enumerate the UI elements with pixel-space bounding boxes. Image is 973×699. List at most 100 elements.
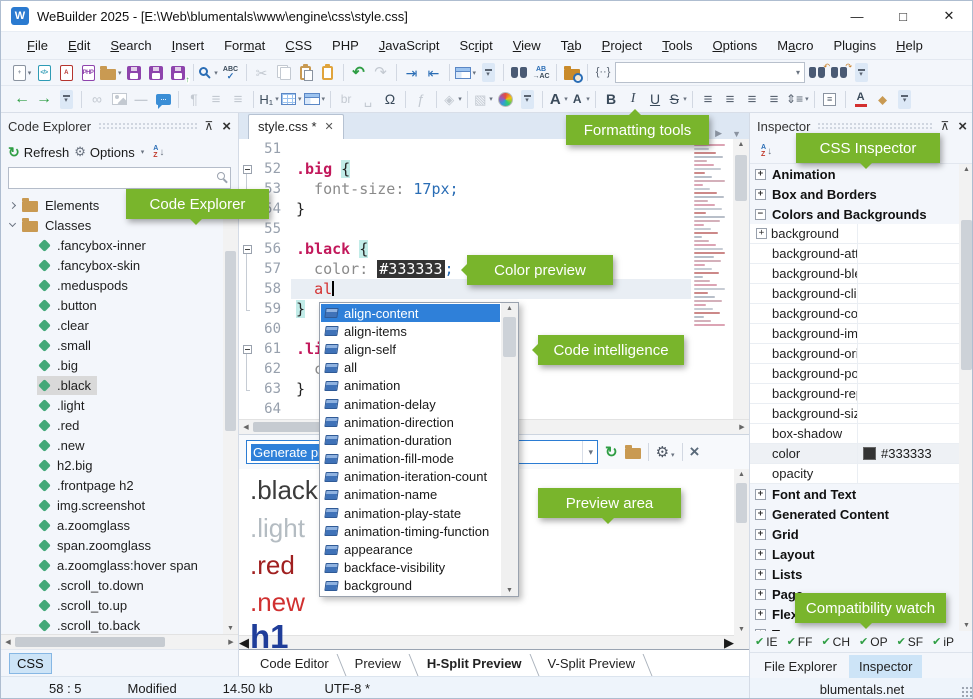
property-value-cell[interactable] bbox=[858, 284, 973, 303]
fold-collapse-icon[interactable] bbox=[243, 245, 252, 254]
autocomplete-item-align-content[interactable]: align-content bbox=[321, 304, 500, 322]
script-block-button[interactable]: ƒ bbox=[411, 88, 431, 110]
menu-item-format[interactable]: Format bbox=[214, 34, 275, 57]
justify-button[interactable]: ≡ bbox=[764, 88, 784, 110]
menu-item-edit[interactable]: Edit bbox=[58, 34, 100, 57]
format-painter-button[interactable]: ▧▾ bbox=[473, 88, 493, 110]
refresh-preview-button[interactable]: ↻ bbox=[605, 443, 618, 461]
property-value-cell[interactable] bbox=[858, 404, 973, 423]
expand-icon[interactable]: + bbox=[755, 489, 766, 500]
scroll-up-icon[interactable]: ▲ bbox=[959, 166, 973, 173]
bold-button[interactable]: B bbox=[601, 88, 621, 110]
regex-toggle-button[interactable]: {··} bbox=[593, 62, 613, 84]
scrollbar-thumb[interactable] bbox=[225, 251, 236, 431]
paragraph-mark-button[interactable]: ¶ bbox=[184, 88, 204, 110]
numbered-list-button[interactable]: ≡ bbox=[228, 88, 248, 110]
tree-item-small[interactable]: .small bbox=[1, 335, 238, 355]
menu-item-script[interactable]: Script bbox=[449, 34, 502, 57]
property-value-cell[interactable] bbox=[858, 464, 973, 483]
tree-item-meduspods[interactable]: .meduspods bbox=[1, 275, 238, 295]
inspector-prop-background-rep[interactable]: background-rep bbox=[750, 384, 973, 404]
footer-link[interactable]: blumentals.net bbox=[820, 682, 905, 697]
inspector-prop-box-shadow[interactable]: box-shadow bbox=[750, 424, 973, 444]
save-all-button[interactable] bbox=[146, 62, 166, 84]
find-previous-button[interactable]: ↶ bbox=[807, 62, 827, 84]
autocomplete-item-animation-timing-function[interactable]: animation-timing-function bbox=[321, 522, 500, 540]
inspector-category-lists[interactable]: +Lists bbox=[750, 564, 973, 584]
collapse-icon[interactable]: − bbox=[755, 209, 766, 220]
expand-icon[interactable]: + bbox=[755, 189, 766, 200]
tree-item-red[interactable]: .red bbox=[1, 415, 238, 435]
tree-item-new[interactable]: .new bbox=[1, 435, 238, 455]
property-value-cell[interactable] bbox=[858, 424, 973, 443]
menu-item-insert[interactable]: Insert bbox=[162, 34, 215, 57]
scroll-down-icon[interactable]: ▼ bbox=[734, 626, 749, 633]
format-overflow-button[interactable] bbox=[895, 88, 915, 110]
menu-item-plugins[interactable]: Plugins bbox=[823, 34, 886, 57]
property-value-cell[interactable] bbox=[858, 264, 973, 283]
preview-settings-button[interactable]: ⚙▾ bbox=[656, 443, 675, 461]
tab-code-editor[interactable]: Code Editor bbox=[247, 650, 342, 676]
refresh-button[interactable]: ↻ Refresh bbox=[8, 144, 69, 161]
property-value-cell[interactable] bbox=[858, 224, 973, 243]
close-panel-icon[interactable]: × bbox=[958, 119, 967, 134]
undo-button[interactable]: ↶ bbox=[349, 62, 369, 84]
inspector-prop-background-siz[interactable]: background-siz bbox=[750, 404, 973, 424]
forward-button[interactable]: → bbox=[34, 88, 54, 110]
code-line-58[interactable]: 58 al bbox=[239, 279, 691, 299]
insert-form-button[interactable]: ▾ bbox=[304, 88, 326, 110]
inspector-vertical-scrollbar[interactable]: ▲ ▼ bbox=[959, 164, 973, 631]
scrollbar-thumb[interactable] bbox=[961, 220, 972, 370]
indent-button[interactable]: ⇥ bbox=[402, 62, 422, 84]
align-center-button[interactable]: ≡ bbox=[720, 88, 740, 110]
tree-item-scroll-to-down[interactable]: .scroll_to.down bbox=[1, 575, 238, 595]
tree-item-span-zoomglass[interactable]: span.zoomglass bbox=[1, 535, 238, 555]
nbsp-button[interactable]: ␣ bbox=[358, 88, 378, 110]
scroll-right-icon[interactable]: ▶ bbox=[724, 635, 734, 650]
chevron-right-icon[interactable] bbox=[9, 201, 16, 208]
tab-list-icon[interactable]: ▼ bbox=[732, 129, 741, 139]
copy-button[interactable] bbox=[274, 62, 294, 84]
clipboard-button[interactable] bbox=[318, 62, 338, 84]
expand-icon[interactable]: + bbox=[755, 169, 766, 180]
preview-horizontal-scrollbar[interactable]: ◀ ▶ bbox=[239, 635, 734, 649]
heading-button[interactable]: H₁▾ bbox=[259, 88, 279, 110]
scroll-up-icon[interactable]: ▲ bbox=[734, 471, 749, 478]
save-upload-button[interactable]: ↑ bbox=[168, 62, 188, 84]
underline-button[interactable]: U bbox=[645, 88, 665, 110]
tree-horizontal-scrollbar[interactable]: ◀ ▶ bbox=[1, 634, 238, 649]
find-in-files-button[interactable] bbox=[562, 62, 582, 84]
inspector-prop-background-po[interactable]: background-po bbox=[750, 364, 973, 384]
toolbar2-overflow-button[interactable] bbox=[517, 88, 537, 110]
autocomplete-item-animation-direction[interactable]: animation-direction bbox=[321, 413, 500, 431]
menu-item-javascript[interactable]: JavaScript bbox=[369, 34, 450, 57]
property-value-cell[interactable] bbox=[858, 304, 973, 323]
expand-icon[interactable]: + bbox=[755, 589, 766, 600]
tab-file-explorer[interactable]: File Explorer bbox=[754, 655, 847, 678]
open-file-button[interactable]: ▾ bbox=[100, 62, 122, 84]
sort-az-button[interactable]: AZ ↓ bbox=[761, 144, 772, 158]
code-line-56[interactable]: 56.black { bbox=[239, 239, 691, 259]
scroll-down-icon[interactable]: ▼ bbox=[501, 587, 518, 594]
menu-item-file[interactable]: File bbox=[17, 34, 58, 57]
encoding[interactable]: UTF-8 * bbox=[325, 681, 371, 696]
expand-icon[interactable]: + bbox=[755, 549, 766, 560]
tab-h-split-preview[interactable]: H-Split Preview bbox=[414, 650, 535, 676]
decrease-font-button[interactable]: A▾ bbox=[570, 88, 590, 110]
outdent-button[interactable]: ⇤ bbox=[424, 62, 444, 84]
expand-icon[interactable]: + bbox=[755, 509, 766, 520]
autocomplete-item-appearance[interactable]: appearance bbox=[321, 540, 500, 558]
code-line-53[interactable]: 53 font-size: 17px; bbox=[239, 179, 691, 199]
new-php-document-button[interactable]: PHP bbox=[78, 62, 98, 84]
expand-icon[interactable]: + bbox=[756, 228, 767, 239]
replace-button[interactable] bbox=[531, 62, 551, 84]
new-template-button[interactable]: </> bbox=[34, 62, 54, 84]
find-next-button[interactable]: ↷ bbox=[829, 62, 849, 84]
fold-collapse-icon[interactable] bbox=[243, 345, 252, 354]
menu-item-help[interactable]: Help bbox=[886, 34, 933, 57]
search-overflow-button[interactable] bbox=[851, 62, 871, 84]
align-left-button[interactable]: ≡ bbox=[698, 88, 718, 110]
autocomplete-scrollbar[interactable]: ▲ ▼ bbox=[501, 303, 518, 596]
property-value-cell[interactable] bbox=[858, 384, 973, 403]
search-box[interactable] bbox=[615, 62, 805, 84]
